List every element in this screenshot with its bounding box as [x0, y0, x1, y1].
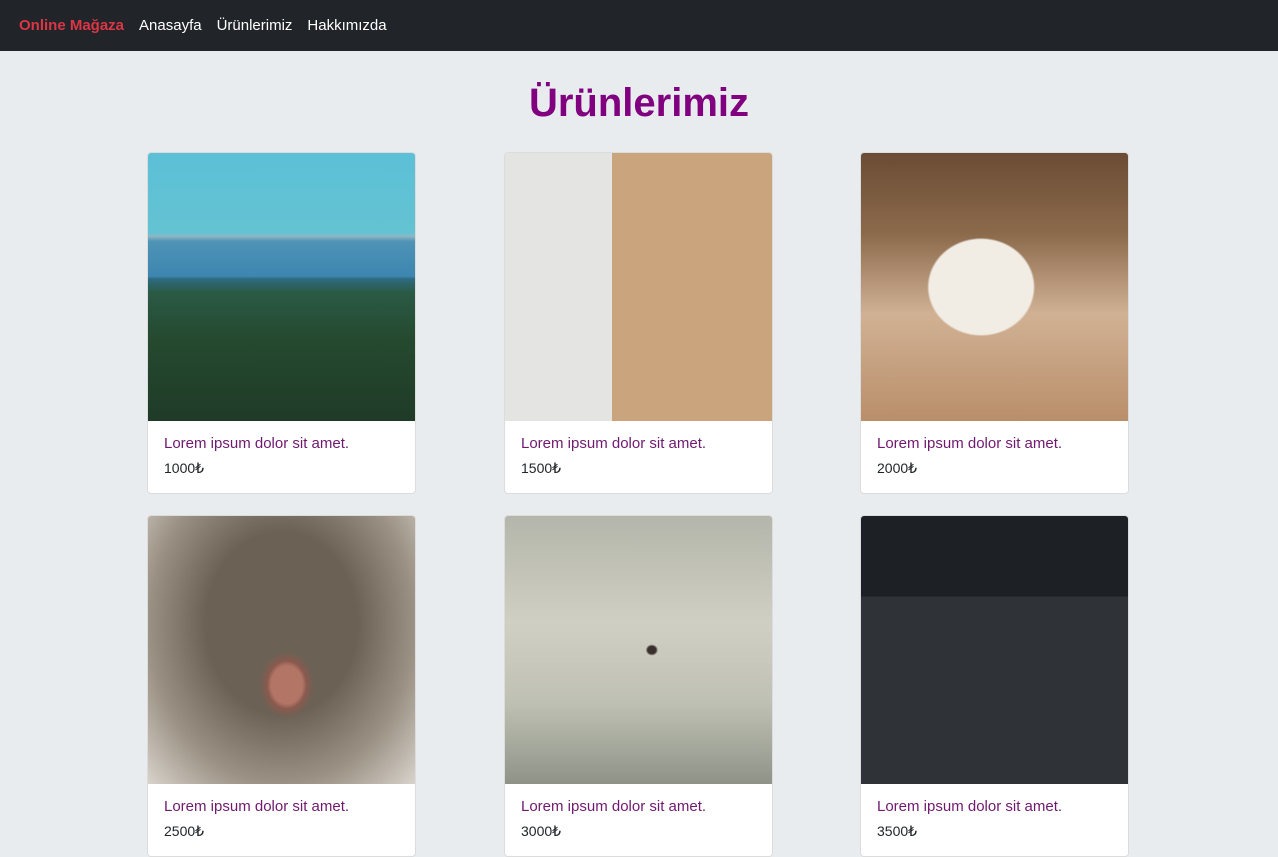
product-price: 1500₺ — [521, 460, 562, 476]
product-title[interactable]: Lorem ipsum dolor sit amet. — [164, 435, 399, 452]
navbar: Online Mağaza Anasayfa Ürünlerimiz Hakkı… — [0, 0, 1278, 51]
product-title[interactable]: Lorem ipsum dolor sit amet. — [877, 798, 1112, 815]
product-card[interactable]: Lorem ipsum dolor sit amet. 3500₺ — [860, 515, 1129, 857]
product-card[interactable]: Lorem ipsum dolor sit amet. 2500₺ — [147, 515, 416, 857]
nav-link-hakkimizda[interactable]: Hakkımızda — [307, 17, 386, 34]
nav-link-urunlerimiz[interactable]: Ürünlerimiz — [217, 17, 293, 34]
product-price: 3000₺ — [521, 823, 562, 839]
nav-link-anasayfa[interactable]: Anasayfa — [139, 17, 202, 34]
product-price: 3500₺ — [877, 823, 918, 839]
card-body: Lorem ipsum dolor sit amet. 2000₺ — [861, 421, 1128, 493]
product-title[interactable]: Lorem ipsum dolor sit amet. — [164, 798, 399, 815]
product-image[interactable] — [861, 153, 1128, 421]
card-body: Lorem ipsum dolor sit amet. 3500₺ — [861, 784, 1128, 856]
product-image[interactable] — [148, 516, 415, 784]
product-image[interactable] — [505, 516, 772, 784]
product-image[interactable] — [505, 153, 772, 421]
card-body: Lorem ipsum dolor sit amet. 3000₺ — [505, 784, 772, 856]
product-price: 2000₺ — [877, 460, 918, 476]
product-title[interactable]: Lorem ipsum dolor sit amet. — [877, 435, 1112, 452]
card-body: Lorem ipsum dolor sit amet. 2500₺ — [148, 784, 415, 856]
product-image[interactable] — [148, 153, 415, 421]
brand-link[interactable]: Online Mağaza — [19, 17, 124, 34]
product-price: 2500₺ — [164, 823, 205, 839]
product-title[interactable]: Lorem ipsum dolor sit amet. — [521, 798, 756, 815]
page-title: Ürünlerimiz — [528, 81, 750, 125]
product-card[interactable]: Lorem ipsum dolor sit amet. 2000₺ — [860, 152, 1129, 494]
card-body: Lorem ipsum dolor sit amet. 1000₺ — [148, 421, 415, 493]
product-price: 1000₺ — [164, 460, 205, 476]
product-card[interactable]: Lorem ipsum dolor sit amet. 1000₺ — [147, 152, 416, 494]
product-title[interactable]: Lorem ipsum dolor sit amet. — [521, 435, 756, 452]
card-body: Lorem ipsum dolor sit amet. 1500₺ — [505, 421, 772, 493]
product-card[interactable]: Lorem ipsum dolor sit amet. 3000₺ — [504, 515, 773, 857]
product-card[interactable]: Lorem ipsum dolor sit amet. 1500₺ — [504, 152, 773, 494]
product-image[interactable] — [861, 516, 1128, 784]
